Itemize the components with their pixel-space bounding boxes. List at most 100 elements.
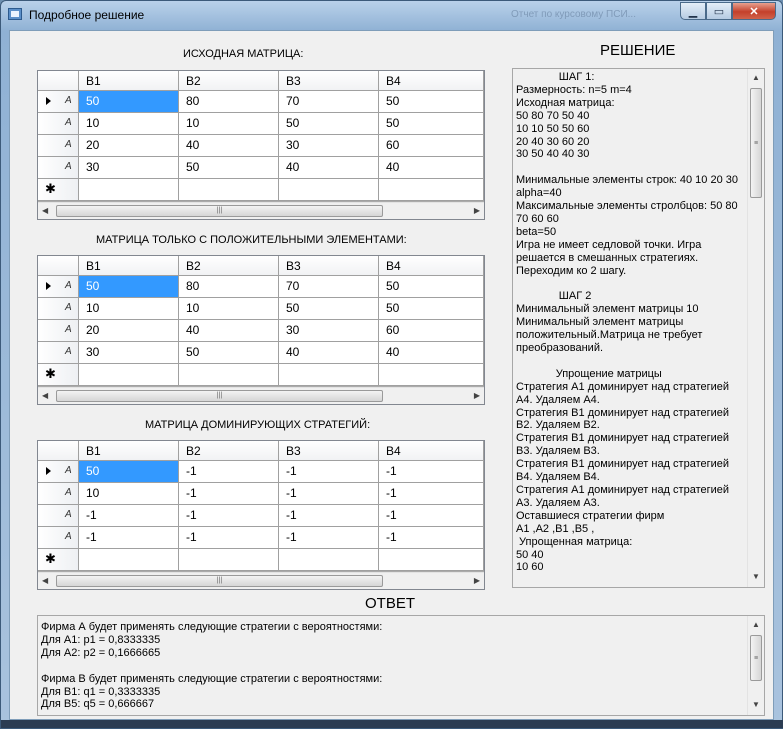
grid-cell[interactable]: -1: [379, 505, 484, 527]
scroll-thumb[interactable]: |||: [56, 390, 383, 402]
grid-cell[interactable]: 50: [379, 91, 484, 113]
grid-cell[interactable]: 50: [379, 113, 484, 135]
new-row[interactable]: ✱: [38, 549, 484, 571]
row-header[interactable]: ✱: [38, 179, 79, 201]
grid-cell-empty[interactable]: [379, 364, 484, 386]
new-row[interactable]: ✱: [38, 179, 484, 201]
column-header-b2[interactable]: B2: [179, 441, 279, 461]
answer-textbox[interactable]: Фирма А будет применять следующие страте…: [37, 615, 765, 716]
scroll-left-icon[interactable]: ◀: [42, 206, 48, 215]
grid-corner-cell[interactable]: [38, 256, 79, 276]
grid-cell[interactable]: 10: [179, 113, 279, 135]
table-row[interactable]: A 10 10 50 50: [38, 298, 484, 320]
column-header-b3[interactable]: B3: [279, 441, 379, 461]
row-header[interactable]: A: [38, 342, 79, 364]
column-header-b3[interactable]: B3: [279, 256, 379, 276]
grid-cell[interactable]: 40: [179, 135, 279, 157]
table-row[interactable]: A 10 -1 -1 -1: [38, 483, 484, 505]
row-header[interactable]: A: [38, 135, 79, 157]
grid-cell-empty[interactable]: [379, 549, 484, 571]
dominating-matrix-grid[interactable]: B1 B2 B3 B4 A 50 -1 -1 -1 A 10 -1 -1 -1 A -1 -1 -1 -1 A -1 -1…: [37, 440, 485, 590]
grid-cell-empty[interactable]: [79, 364, 179, 386]
row-header[interactable]: A: [38, 276, 79, 298]
grid-cell[interactable]: 20: [79, 320, 179, 342]
scroll-thumb[interactable]: ≡: [750, 88, 762, 198]
column-header-b2[interactable]: B2: [179, 256, 279, 276]
grid-cell-empty[interactable]: [279, 364, 379, 386]
grid-cell[interactable]: 50: [379, 298, 484, 320]
grid-cell[interactable]: 30: [279, 320, 379, 342]
column-header-b2[interactable]: B2: [179, 71, 279, 91]
grid-cell[interactable]: -1: [179, 527, 279, 549]
table-row[interactable]: A 20 40 30 60: [38, 135, 484, 157]
grid-cell[interactable]: 40: [379, 157, 484, 179]
scroll-right-icon[interactable]: ▶: [474, 206, 480, 215]
grid-cell[interactable]: -1: [379, 527, 484, 549]
table-row[interactable]: A 20 40 30 60: [38, 320, 484, 342]
source-matrix-grid[interactable]: B1 B2 B3 B4 A 50 80 70 50 A 10 10 50 50 A 20 40 30 60 A 30 50…: [37, 70, 485, 220]
grid-cell[interactable]: 70: [279, 276, 379, 298]
table-row[interactable]: A 50 80 70 50: [38, 276, 484, 298]
grid-cell[interactable]: 40: [379, 342, 484, 364]
scroll-down-icon[interactable]: ▼: [752, 699, 760, 712]
grid-cell[interactable]: 40: [279, 342, 379, 364]
scroll-thumb[interactable]: |||: [56, 205, 383, 217]
horizontal-scrollbar[interactable]: ◀ ||| ▶: [38, 387, 484, 404]
scroll-up-icon[interactable]: ▲: [752, 72, 760, 85]
scroll-right-icon[interactable]: ▶: [474, 576, 480, 585]
grid-corner-cell[interactable]: [38, 441, 79, 461]
maximize-button[interactable]: ▭: [706, 2, 732, 20]
grid-cell[interactable]: -1: [179, 505, 279, 527]
grid-cell[interactable]: 20: [79, 135, 179, 157]
row-header[interactable]: ✱: [38, 549, 79, 571]
row-header[interactable]: A: [38, 320, 79, 342]
grid-corner-cell[interactable]: [38, 71, 79, 91]
table-row[interactable]: A -1 -1 -1 -1: [38, 527, 484, 549]
grid-cell[interactable]: -1: [279, 505, 379, 527]
grid-cell[interactable]: 80: [179, 91, 279, 113]
grid-cell[interactable]: 30: [79, 157, 179, 179]
grid-cell[interactable]: 70: [279, 91, 379, 113]
table-row[interactable]: A 30 50 40 40: [38, 342, 484, 364]
grid-cell-empty[interactable]: [279, 179, 379, 201]
grid-cell[interactable]: 60: [379, 135, 484, 157]
horizontal-scrollbar[interactable]: ◀ ||| ▶: [38, 572, 484, 589]
table-row[interactable]: A -1 -1 -1 -1: [38, 505, 484, 527]
scroll-thumb[interactable]: ≡: [750, 635, 762, 681]
grid-cell[interactable]: 50: [79, 276, 179, 298]
scroll-right-icon[interactable]: ▶: [474, 391, 480, 400]
horizontal-scrollbar[interactable]: ◀ ||| ▶: [38, 202, 484, 219]
solution-vertical-scrollbar[interactable]: ▲ ≡ ▼: [747, 69, 764, 587]
grid-cell[interactable]: -1: [79, 505, 179, 527]
grid-cell[interactable]: 50: [179, 342, 279, 364]
grid-cell[interactable]: -1: [279, 483, 379, 505]
row-header[interactable]: A: [38, 157, 79, 179]
new-row[interactable]: ✱: [38, 364, 484, 386]
grid-cell[interactable]: 40: [179, 320, 279, 342]
table-row[interactable]: A 50 -1 -1 -1: [38, 461, 484, 483]
grid-cell-empty[interactable]: [379, 179, 484, 201]
grid-cell[interactable]: 10: [79, 113, 179, 135]
solution-textbox[interactable]: ШАГ 1: Размерность: n=5 m=4 Исходная матри…: [512, 68, 765, 588]
grid-cell-empty[interactable]: [179, 549, 279, 571]
row-header[interactable]: A: [38, 113, 79, 135]
grid-cell-empty[interactable]: [179, 179, 279, 201]
answer-vertical-scrollbar[interactable]: ▲ ≡ ▼: [747, 616, 764, 715]
grid-cell[interactable]: 50: [279, 298, 379, 320]
grid-cell[interactable]: 80: [179, 276, 279, 298]
grid-cell[interactable]: -1: [379, 461, 484, 483]
column-header-b1[interactable]: B1: [79, 441, 179, 461]
grid-cell[interactable]: 50: [79, 91, 179, 113]
grid-cell[interactable]: 50: [279, 113, 379, 135]
scroll-down-icon[interactable]: ▼: [752, 571, 760, 584]
grid-cell[interactable]: 10: [179, 298, 279, 320]
grid-cell[interactable]: 50: [179, 157, 279, 179]
grid-cell[interactable]: 60: [379, 320, 484, 342]
column-header-b4[interactable]: B4: [379, 441, 484, 461]
table-row[interactable]: A 30 50 40 40: [38, 157, 484, 179]
scroll-up-icon[interactable]: ▲: [752, 619, 760, 632]
positive-matrix-grid[interactable]: B1 B2 B3 B4 A 50 80 70 50 A 10 10 50 50 A 20 40 30 60 A 30 50…: [37, 255, 485, 405]
grid-cell[interactable]: 30: [79, 342, 179, 364]
row-header[interactable]: A: [38, 461, 79, 483]
column-header-b4[interactable]: B4: [379, 71, 484, 91]
